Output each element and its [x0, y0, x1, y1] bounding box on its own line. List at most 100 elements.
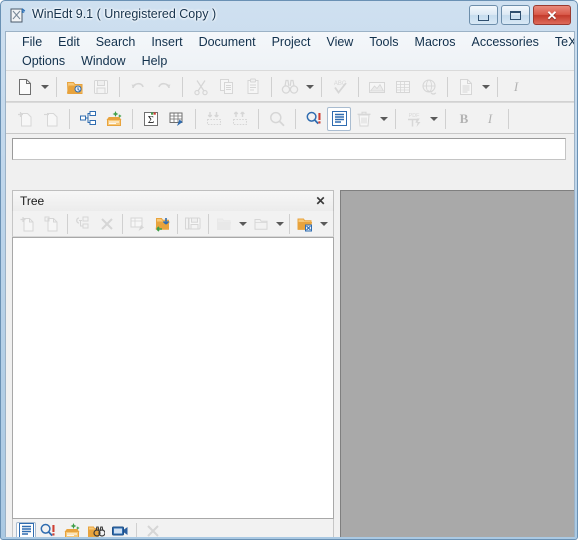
- tree-panel-close-icon[interactable]: ✕: [313, 193, 328, 208]
- copy-button[interactable]: [214, 74, 240, 100]
- svg-text:PDF: PDF: [409, 113, 420, 119]
- mdi-workspace[interactable]: [340, 190, 574, 537]
- delete-button[interactable]: [351, 106, 377, 132]
- chevron-down-icon: [481, 84, 490, 89]
- tree-browse-button[interactable]: [84, 520, 108, 538]
- tree-panel-caption: Tree ✕: [12, 190, 334, 211]
- menu-item-tex[interactable]: TeX: [547, 33, 574, 52]
- tree-edit-project-button[interactable]: [126, 212, 150, 236]
- tree-panel-toolbar: [12, 211, 334, 237]
- wizard-sparkle-icon: [63, 522, 81, 537]
- minimize-icon: [478, 14, 489, 21]
- bold-button[interactable]: B: [451, 106, 477, 132]
- floppy-save-icon: [92, 78, 110, 96]
- new-document-button[interactable]: [12, 74, 38, 100]
- save-document-button[interactable]: [88, 74, 114, 100]
- chevron-down-icon: [275, 221, 284, 226]
- spell-check-button[interactable]: ABC: [327, 74, 353, 100]
- menu-item-tools[interactable]: Tools: [361, 33, 406, 52]
- italic-button[interactable]: I: [503, 74, 529, 100]
- menu-item-options[interactable]: Options: [14, 52, 73, 71]
- minimize-button[interactable]: [469, 5, 498, 25]
- tree-new-copy-button[interactable]: [40, 212, 64, 236]
- scissors-icon: [192, 78, 210, 96]
- redo-button[interactable]: [151, 74, 177, 100]
- undo-button[interactable]: [125, 74, 151, 100]
- unfold-up-icon: [231, 110, 249, 128]
- tree-preview-button[interactable]: [108, 520, 132, 538]
- new-document-dropdown[interactable]: [38, 74, 51, 100]
- close-button[interactable]: ✕: [533, 5, 571, 25]
- tree-project-settings-button[interactable]: [293, 212, 317, 236]
- maximize-button[interactable]: [501, 5, 530, 25]
- magnifier-exclaim-icon: [39, 522, 57, 538]
- toolbar-separator: [321, 76, 322, 97]
- open-document-button[interactable]: [62, 74, 88, 100]
- menu-item-window[interactable]: Window: [73, 52, 133, 71]
- menu-item-view[interactable]: View: [318, 33, 361, 52]
- menu-item-edit[interactable]: Edit: [50, 33, 88, 52]
- menu-item-macros[interactable]: Macros: [407, 33, 464, 52]
- search-button[interactable]: [264, 106, 290, 132]
- quick-access-input[interactable]: [12, 138, 566, 160]
- tree-save-project-button[interactable]: [181, 212, 205, 236]
- pdf-texify-button[interactable]: PDF: [401, 106, 427, 132]
- tree-remove-button[interactable]: [95, 212, 119, 236]
- tree-find-button[interactable]: [36, 520, 60, 538]
- tree-refresh-branch-button[interactable]: [71, 212, 95, 236]
- tree-close-project-dropdown[interactable]: [273, 211, 286, 237]
- tree-view-console-button[interactable]: [16, 521, 36, 537]
- wizard-button[interactable]: [101, 106, 127, 132]
- find-dropdown[interactable]: [303, 74, 316, 100]
- italic2-button[interactable]: I: [477, 106, 503, 132]
- delete-dropdown[interactable]: [377, 106, 390, 132]
- console-button[interactable]: [327, 106, 351, 131]
- tree-open-recent-dropdown[interactable]: [236, 211, 249, 237]
- branch-refresh-icon: [74, 215, 92, 233]
- fold-button[interactable]: [201, 106, 227, 132]
- menu-item-file[interactable]: File: [14, 33, 50, 52]
- paste-button[interactable]: [240, 74, 266, 100]
- tree-panel-body[interactable]: [12, 237, 334, 519]
- tree-clear-button[interactable]: [141, 520, 165, 538]
- pdf-texify-dropdown[interactable]: [427, 106, 440, 132]
- document-properties-button[interactable]: [453, 74, 479, 100]
- insert-tabular-button[interactable]: [164, 106, 190, 132]
- tree-project-settings-dropdown[interactable]: [317, 211, 330, 237]
- new-page-icon: [16, 78, 34, 96]
- menu-item-accessories[interactable]: Accessories: [464, 33, 547, 52]
- menu-item-insert[interactable]: Insert: [143, 33, 190, 52]
- tree-close-project-button[interactable]: [249, 212, 273, 236]
- math-mode-button[interactable]: Σ: [138, 106, 164, 132]
- cut-button[interactable]: [188, 74, 214, 100]
- wrap-in-button[interactable]: [12, 106, 38, 132]
- winedt-app-icon: [10, 8, 26, 24]
- client-area: File Edit Search Insert Document Project View T…: [5, 31, 575, 537]
- abc-spellcheck-icon: ABC: [331, 78, 349, 96]
- menu-item-document[interactable]: Document: [191, 33, 264, 52]
- wrap-out-button[interactable]: [38, 106, 64, 132]
- tree-open-recent-button[interactable]: [212, 212, 236, 236]
- find-button[interactable]: [277, 74, 303, 100]
- insert-table-button[interactable]: [390, 74, 416, 100]
- insert-image-button[interactable]: [364, 74, 390, 100]
- structure-tree-button[interactable]: [75, 106, 101, 132]
- blue-lines-panel-icon: [331, 111, 347, 126]
- menu-item-project[interactable]: Project: [264, 33, 319, 52]
- page-in-icon: [16, 110, 34, 128]
- tree-wizard-button[interactable]: [60, 520, 84, 537]
- tree-open-project-button[interactable]: [150, 212, 174, 236]
- title-bar[interactable]: WinEdt 9.1 ( Unregistered Copy ) ✕: [1, 1, 577, 31]
- toolbar-separator: [295, 108, 296, 129]
- document-properties-dropdown[interactable]: [479, 74, 492, 100]
- tree-new-document-button[interactable]: [16, 212, 40, 236]
- toolbar-separator: [447, 76, 448, 97]
- menu-item-help[interactable]: Help: [134, 52, 176, 71]
- document-lines-icon: [457, 78, 475, 96]
- unfold-button[interactable]: [227, 106, 253, 132]
- insert-hyperlink-button[interactable]: [416, 74, 442, 100]
- menu-item-search[interactable]: Search: [88, 33, 144, 52]
- globe-link-icon: [420, 78, 438, 96]
- folder-open-out-icon: [215, 215, 233, 233]
- search-exclaim-button[interactable]: [301, 106, 327, 132]
